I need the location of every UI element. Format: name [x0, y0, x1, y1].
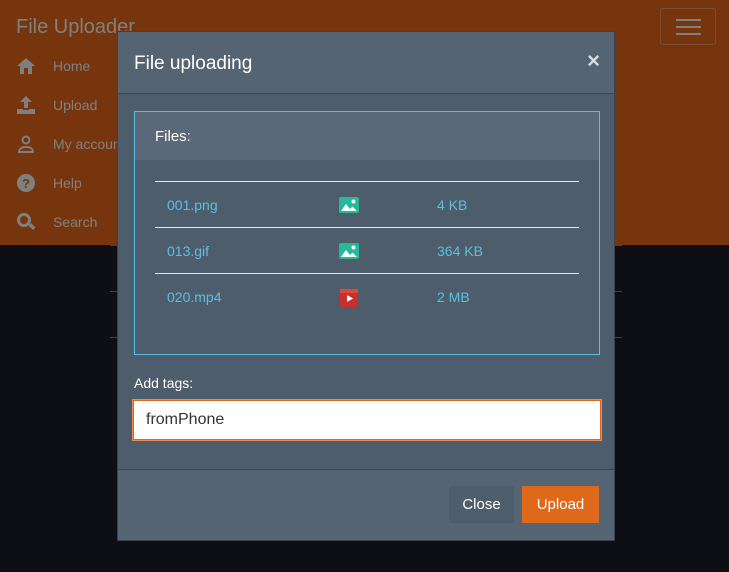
upload-modal: File uploading × Files: 001.png 4 KB 013… — [117, 31, 615, 541]
files-card-header: Files: — [135, 112, 599, 160]
files-table: 001.png 4 KB 013.gif 364 KB 020.mp4 2 MB — [155, 181, 579, 319]
file-size: 364 KB — [437, 243, 483, 259]
file-size: 2 MB — [437, 289, 470, 305]
tags-label: Add tags: — [134, 375, 194, 391]
video-icon — [339, 289, 359, 307]
tags-input[interactable] — [132, 399, 602, 441]
app-root: File Uploader Home Upload My account — [0, 0, 729, 572]
file-name-link[interactable]: 020.mp4 — [167, 289, 221, 305]
file-size: 4 KB — [437, 197, 468, 213]
image-icon — [339, 243, 359, 259]
file-name-link[interactable]: 013.gif — [167, 243, 209, 259]
files-card: Files: 001.png 4 KB 013.gif 364 KB 020.m… — [134, 111, 600, 355]
modal-title: File uploading — [134, 53, 253, 74]
file-name-link[interactable]: 001.png — [167, 197, 218, 213]
files-card-title: Files: — [155, 128, 191, 145]
close-icon[interactable]: × — [587, 48, 600, 74]
table-row: 020.mp4 2 MB — [155, 273, 579, 319]
upload-button[interactable]: Upload — [522, 486, 599, 523]
close-button[interactable]: Close — [449, 486, 514, 523]
table-row: 001.png 4 KB — [155, 181, 579, 227]
image-icon — [339, 197, 359, 213]
modal-footer: Close Upload — [118, 469, 614, 540]
table-row: 013.gif 364 KB — [155, 227, 579, 273]
modal-header: File uploading × — [118, 32, 614, 94]
